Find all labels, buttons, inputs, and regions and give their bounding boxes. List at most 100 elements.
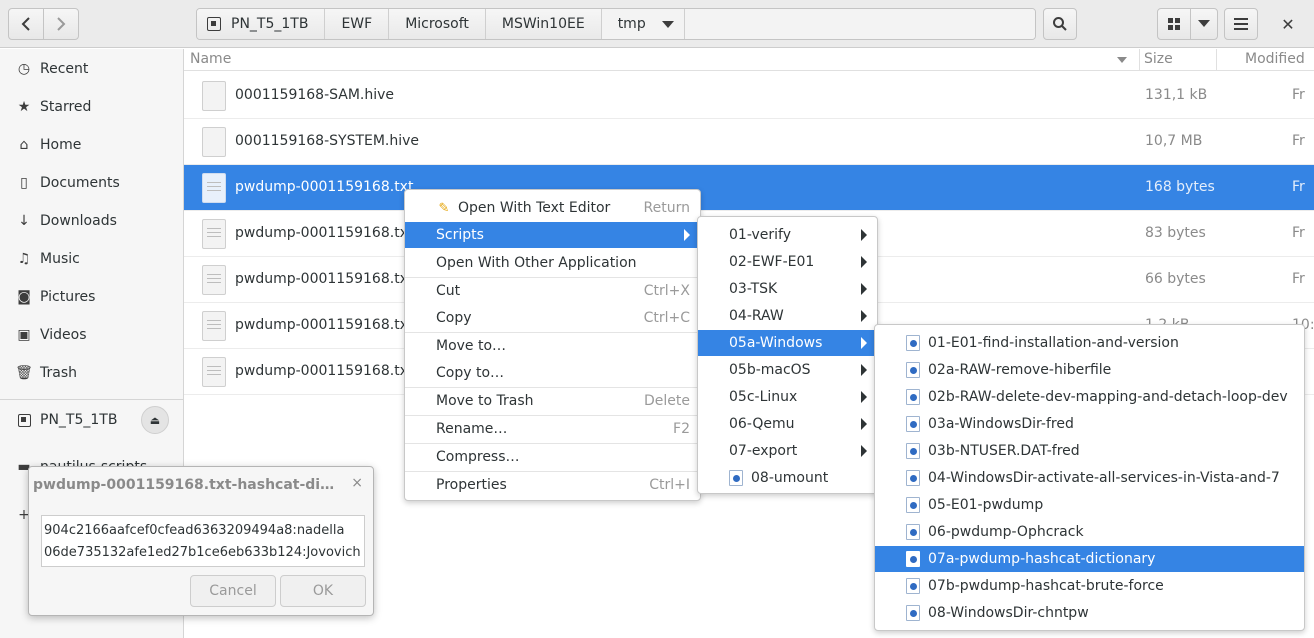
submenu-arrow-icon	[861, 364, 867, 376]
script-file-icon	[906, 362, 920, 378]
menu-item-label: 02-EWF-E01	[729, 254, 815, 270]
menu-item-compress[interactable]: Compress…	[405, 444, 700, 470]
scripts-item-05b-macos[interactable]: 05b-macOS	[698, 357, 877, 383]
menu-item-move-to[interactable]: Move to…	[405, 333, 700, 359]
sidebar-item-label: Home	[40, 137, 82, 153]
sidebar-item-label: Trash	[40, 365, 77, 381]
sort-down-icon[interactable]	[1117, 57, 1127, 63]
menu-item-label: 05c-Linux	[729, 389, 798, 405]
view-options-button[interactable]	[1190, 8, 1218, 40]
dialog-text-area[interactable]: 904c2166aafcef0cfead6363209494a8:nadella…	[41, 515, 365, 567]
sidebar-item-label: PN_T5_1TB	[40, 412, 118, 428]
file-row[interactable]: 0001159168-SYSTEM.hive 10,7 MB Fr	[184, 119, 1314, 165]
windows-script-item-highlighted[interactable]: 07a-pwdump-hashcat-dictionary	[875, 546, 1304, 572]
menu-item-label: Scripts	[436, 227, 484, 243]
menu-item-label: 07a-pwdump-hashcat-dictionary	[928, 551, 1156, 567]
windows-script-item[interactable]: 04-WindowsDir-activate-all-services-in-V…	[875, 465, 1304, 491]
windows-script-item[interactable]: 08-WindowsDir-chntpw	[875, 600, 1304, 626]
close-icon: ×	[351, 475, 363, 491]
menu-item-cut[interactable]: Cut Ctrl+X	[405, 278, 700, 304]
menu-item-copy-to[interactable]: Copy to…	[405, 360, 700, 386]
sidebar-item-recent[interactable]: ◷ Recent	[0, 50, 183, 88]
sidebar-item-label: Music	[40, 251, 80, 267]
menu-item-label: 03a-WindowsDir-fred	[928, 416, 1074, 432]
search-button[interactable]	[1043, 8, 1077, 40]
windows-script-item[interactable]: 03a-WindowsDir-fred	[875, 411, 1304, 437]
sidebar-item-downloads[interactable]: ↓ Downloads	[0, 202, 183, 240]
scripts-item-01-verify[interactable]: 01-verify	[698, 222, 877, 248]
windows-script-item[interactable]: 02b-RAW-delete-dev-mapping-and-detach-lo…	[875, 384, 1304, 410]
menu-item-scripts[interactable]: Scripts	[405, 222, 700, 248]
main-menu-button[interactable]	[1224, 8, 1258, 40]
breadcrumb-mswin10ee[interactable]: MSWin10EE	[485, 9, 602, 39]
view-grid-button[interactable]	[1157, 8, 1191, 40]
windows-script-item[interactable]: 03b-NTUSER.DAT-fred	[875, 438, 1304, 464]
scripts-item-02-ewf-e01[interactable]: 02-EWF-E01	[698, 249, 877, 275]
column-header: Name Size Modified	[184, 49, 1314, 71]
menu-item-label: 07-export	[729, 443, 798, 459]
menu-item-label: Properties	[436, 477, 507, 493]
menu-item-open-with-text-editor[interactable]: ✎ Open With Text Editor Return	[405, 195, 700, 221]
file-row[interactable]: 0001159168-SAM.hive 131,1 kB Fr	[184, 73, 1314, 119]
menu-item-label: 02a-RAW-remove-hiberfile	[928, 362, 1112, 378]
document-icon: ▯	[20, 175, 28, 191]
menu-item-open-with-other[interactable]: Open With Other Application	[405, 250, 700, 276]
column-name[interactable]: Name	[190, 51, 231, 67]
sidebar-item-documents[interactable]: ▯ Documents	[0, 164, 183, 202]
scripts-item-05c-linux[interactable]: 05c-Linux	[698, 384, 877, 410]
breadcrumb-tmp[interactable]: tmp	[601, 9, 685, 39]
breadcrumb-microsoft[interactable]: Microsoft	[389, 9, 486, 39]
sidebar-item-music[interactable]: ♫ Music	[0, 240, 183, 278]
breadcrumb-ewf[interactable]: EWF	[325, 9, 390, 39]
search-icon	[1053, 17, 1067, 31]
text-file-icon	[202, 265, 226, 295]
forward-button[interactable]	[43, 8, 79, 40]
script-file-icon	[729, 470, 743, 486]
column-size[interactable]: Size	[1144, 51, 1173, 67]
menu-item-properties[interactable]: Properties Ctrl+I	[405, 472, 700, 498]
scripts-item-05a-windows[interactable]: 05a-Windows	[698, 330, 877, 356]
sidebar-item-pictures[interactable]: ◙ Pictures	[0, 278, 183, 316]
scripts-item-03-tsk[interactable]: 03-TSK	[698, 276, 877, 302]
menu-item-label: Cut	[436, 283, 461, 299]
script-file-icon	[906, 416, 920, 432]
sidebar-item-starred[interactable]: ★ Starred	[0, 88, 183, 126]
breadcrumb-drive[interactable]: PN_T5_1TB	[197, 9, 326, 39]
scripts-item-04-raw[interactable]: 04-RAW	[698, 303, 877, 329]
sidebar-separator	[0, 399, 183, 400]
script-file-icon	[906, 497, 920, 513]
cancel-button[interactable]: Cancel	[190, 575, 276, 607]
window-close-button[interactable]: ✕	[1270, 8, 1306, 40]
dialog-close-button[interactable]: ×	[351, 475, 363, 491]
windows-script-item[interactable]: 06-pwdump-Ophcrack	[875, 519, 1304, 545]
menu-item-label: 01-E01-find-installation-and-version	[928, 335, 1179, 351]
back-button[interactable]	[8, 8, 44, 40]
sidebar-item-home[interactable]: ⌂ Home	[0, 126, 183, 164]
windows-script-item[interactable]: 05-E01-pwdump	[875, 492, 1304, 518]
file-name: 0001159168-SYSTEM.hive	[235, 133, 420, 149]
windows-script-item[interactable]: 07b-pwdump-hashcat-brute-force	[875, 573, 1304, 599]
file-row-selected[interactable]: pwdump-0001159168.txt 168 bytes Fr	[184, 165, 1314, 211]
column-modified[interactable]: Modified	[1245, 51, 1305, 67]
breadcrumb-label: tmp	[617, 16, 646, 32]
file-modified: Fr	[1292, 87, 1305, 103]
menu-item-label: 02b-RAW-delete-dev-mapping-and-detach-lo…	[928, 389, 1288, 405]
menu-item-rename[interactable]: Rename… F2	[405, 416, 700, 442]
scripts-item-07-export[interactable]: 07-export	[698, 438, 877, 464]
breadcrumb-label: Microsoft	[405, 16, 469, 32]
menu-item-move-to-trash[interactable]: Move to Trash Delete	[405, 388, 700, 414]
windows-script-item[interactable]: 01-E01-find-installation-and-version	[875, 330, 1304, 356]
sidebar-item-videos[interactable]: ▣ Videos	[0, 316, 183, 354]
menu-item-copy[interactable]: Copy Ctrl+C	[405, 305, 700, 331]
menu-accel: Ctrl+I	[649, 477, 690, 493]
scripts-item-08-umount[interactable]: 08-umount	[698, 465, 877, 491]
menu-item-label: 06-Qemu	[729, 416, 795, 432]
script-file-icon	[906, 524, 920, 540]
windows-script-item[interactable]: 02a-RAW-remove-hiberfile	[875, 357, 1304, 383]
sidebar-item-trash[interactable]: 🗑 Trash	[0, 354, 183, 392]
script-file-icon	[906, 578, 920, 594]
scripts-item-06-qemu[interactable]: 06-Qemu	[698, 411, 877, 437]
submenu-arrow-icon	[861, 391, 867, 403]
ok-button[interactable]: OK	[280, 575, 366, 607]
eject-button[interactable]: ⏏	[141, 406, 169, 434]
